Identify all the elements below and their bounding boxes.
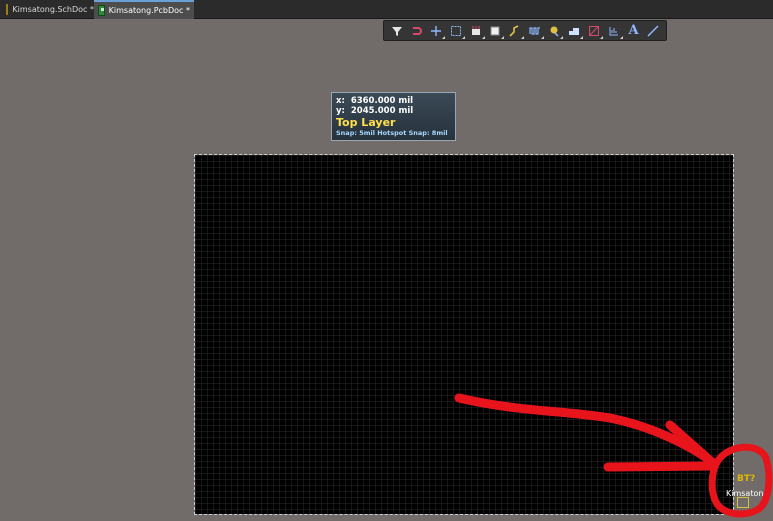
component-tool[interactable] [466, 22, 486, 40]
hud-snap-info: Snap: 5mil Hotspot Snap: 8mil [336, 129, 448, 137]
tune-icon [529, 26, 540, 35]
pcb-doc-icon [98, 5, 105, 16]
region-icon [490, 26, 500, 35]
polygon-tool[interactable] [564, 22, 584, 40]
hud-x-value: 6360.000 mil [350, 96, 414, 106]
hud-x-coordinate: x: 6360.000 mil [336, 96, 451, 106]
dropdown-arrow-icon [560, 35, 564, 39]
document-tab-bar: Kimsatong.SchDoc * Kimsatong.PcbDoc * [0, 0, 773, 19]
tab-pcb-doc[interactable]: Kimsatong.PcbDoc * [94, 0, 194, 19]
pcb-board-area[interactable] [194, 154, 734, 515]
dropdown-arrow-icon [619, 35, 623, 39]
tab-schematic-doc[interactable]: Kimsatong.SchDoc * [2, 1, 98, 17]
dropdown-arrow-icon [521, 35, 525, 39]
dimension-icon [609, 26, 618, 35]
line-icon [647, 24, 659, 37]
keepout-icon [589, 25, 600, 36]
route-tool[interactable] [505, 22, 525, 40]
dropdown-arrow-icon [501, 35, 505, 39]
select-rect-icon [451, 25, 462, 36]
via-tool[interactable] [545, 22, 565, 40]
region-tool[interactable] [486, 22, 506, 40]
dimension-tool[interactable] [604, 22, 624, 40]
interactive-routing-tool[interactable] [407, 22, 427, 40]
heads-up-display: x: 6360.000 mil y: 2045.000 mil Top Laye… [331, 92, 456, 141]
component-icon [471, 25, 480, 35]
route-icon [509, 24, 519, 37]
text-icon: A [628, 23, 639, 38]
select-tool[interactable] [446, 22, 466, 40]
polygon-icon [569, 27, 580, 35]
hud-y-coordinate: y: 2045.000 mil [336, 106, 451, 116]
dropdown-arrow-icon [442, 35, 446, 39]
dropdown-arrow-icon [481, 35, 485, 39]
hud-current-layer: Top Layer [336, 116, 396, 129]
dropdown-arrow-icon [461, 35, 465, 39]
hud-y-value: 2045.000 mil [350, 106, 414, 116]
dropdown-arrow-icon [540, 35, 544, 39]
text-tool[interactable]: A [624, 22, 644, 40]
via-icon [550, 26, 559, 37]
active-bar-toolbar: A [383, 20, 667, 41]
dropdown-arrow-icon [580, 35, 584, 39]
keepout-tool[interactable] [584, 22, 604, 40]
crosshair-icon [431, 25, 442, 36]
tab-label: Kimsatong.PcbDoc * [108, 6, 190, 15]
hud-x-label: x: [336, 96, 345, 106]
place-tool[interactable] [426, 22, 446, 40]
line-tool[interactable] [643, 22, 663, 40]
component-footprint[interactable] [737, 497, 749, 508]
dropdown-arrow-icon [599, 35, 603, 39]
tab-label: Kimsatong.SchDoc * [12, 4, 94, 14]
length-tune-tool[interactable] [525, 22, 545, 40]
component-designator[interactable]: BT? [737, 474, 755, 484]
filter-tool[interactable] [387, 22, 407, 40]
magnet-route-icon [412, 26, 422, 35]
schematic-doc-icon [6, 3, 9, 15]
hud-y-label: y: [336, 106, 345, 116]
filter-icon [391, 26, 402, 36]
